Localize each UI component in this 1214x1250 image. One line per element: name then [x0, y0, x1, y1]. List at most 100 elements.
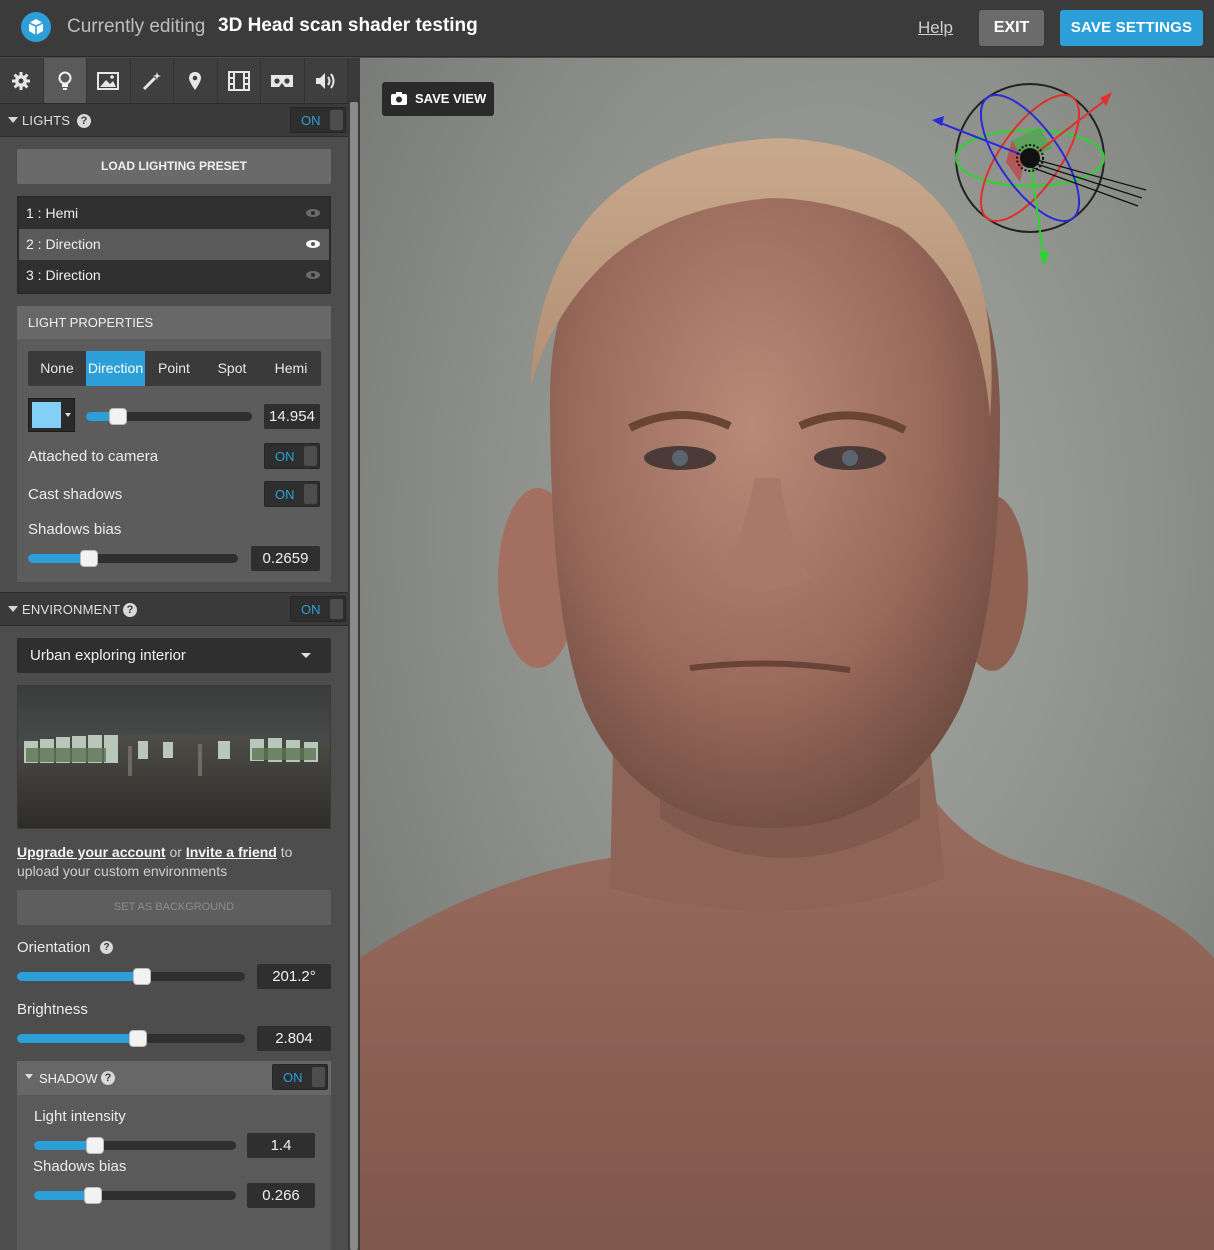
save-settings-button[interactable]: SAVE SETTINGS [1060, 10, 1203, 46]
invite-friend-link[interactable]: Invite a friend [186, 844, 277, 860]
light-shadows-bias-value[interactable]: 0.2659 [251, 546, 320, 571]
light-type-none[interactable]: None [28, 351, 86, 386]
slider-handle[interactable] [86, 1137, 104, 1154]
light-item-label: 1 : Hemi [26, 205, 79, 221]
light-item-label: 3 : Direction [26, 267, 101, 283]
environment-toggle[interactable]: ON [290, 596, 346, 622]
3d-viewport[interactable]: SAVE VIEW [360, 58, 1214, 1250]
collapse-caret-icon[interactable] [25, 1074, 33, 1079]
set-as-background-button[interactable]: SET AS BACKGROUND [17, 890, 331, 925]
environment-selected-value: Urban exploring interior [30, 647, 186, 664]
tab-vr[interactable] [261, 58, 305, 103]
attached-to-camera-toggle[interactable]: ON [264, 443, 320, 469]
tab-general[interactable] [0, 58, 44, 103]
light-type-hemi[interactable]: Hemi [261, 351, 321, 386]
save-view-button[interactable]: SAVE VIEW [382, 82, 494, 116]
settings-panel: LIGHTS ? ON LOAD LIGHTING PRESET 1 : Hem… [0, 58, 348, 1250]
lights-toggle-label: ON [301, 113, 321, 128]
light-item-2[interactable]: 2 : Direction [19, 229, 329, 260]
cast-shadows-toggle[interactable]: ON [264, 481, 320, 507]
help-link[interactable]: Help [918, 18, 953, 38]
speaker-icon [315, 72, 335, 89]
shadow-toggle[interactable]: ON [272, 1064, 328, 1090]
light-direction-gizmo[interactable] [920, 70, 1150, 270]
editing-prefix: Currently editing [67, 16, 206, 37]
eye-icon[interactable] [305, 208, 321, 218]
slider-handle[interactable] [84, 1187, 102, 1204]
slider-fill [17, 972, 142, 981]
shadow-bias-slider[interactable] [34, 1187, 236, 1204]
panel-scrollbar-thumb[interactable] [350, 102, 358, 1250]
map-pin-icon [189, 71, 202, 90]
slider-handle[interactable] [80, 550, 98, 567]
shadow-help-icon[interactable]: ? [101, 1071, 115, 1085]
brightness-value[interactable]: 2.804 [257, 1026, 331, 1051]
orientation-slider[interactable] [17, 968, 245, 985]
model-title: 3D Head scan shader testing [218, 15, 478, 36]
environment-select[interactable]: Urban exploring interior [17, 638, 331, 673]
light-type-point[interactable]: Point [145, 351, 203, 386]
collapse-caret-icon[interactable] [8, 606, 18, 612]
light-properties-title: LIGHT PROPERTIES [17, 306, 331, 339]
dropdown-arrow-icon [301, 653, 311, 658]
shadow-light-intensity-value[interactable]: 1.4 [247, 1133, 315, 1158]
collapse-caret-icon[interactable] [8, 117, 18, 123]
orientation-help-icon[interactable]: ? [100, 941, 113, 954]
shadow-light-intensity-slider[interactable] [34, 1137, 236, 1154]
upgrade-account-link[interactable]: Upgrade your account [17, 844, 166, 860]
upload-custom-env-text: upload your custom environments [17, 863, 228, 879]
brightness-slider[interactable] [17, 1030, 245, 1047]
shadow-label: SHADOW [39, 1071, 98, 1086]
lights-section-header[interactable]: LIGHTS ? ON [0, 103, 348, 137]
eye-icon[interactable] [305, 239, 321, 249]
lightbulb-icon [58, 71, 72, 90]
light-item-3[interactable]: 3 : Direction [19, 260, 329, 291]
tab-animation[interactable] [218, 58, 261, 103]
or-text: or [169, 844, 182, 860]
slider-handle[interactable] [129, 1030, 147, 1047]
shadow-section-header[interactable]: SHADOW ? ON [17, 1061, 331, 1095]
eye-icon[interactable] [305, 270, 321, 280]
lights-toggle[interactable]: ON [290, 107, 346, 133]
sketchfab-logo-icon[interactable] [21, 12, 51, 42]
slider-fill [17, 1034, 138, 1043]
slider-handle[interactable] [109, 408, 127, 425]
load-lighting-preset-button[interactable]: LOAD LIGHTING PRESET [17, 149, 331, 184]
shadow-light-intensity-label: Light intensity [34, 1108, 126, 1125]
orientation-label: Orientation [17, 939, 91, 956]
tab-lighting[interactable] [43, 58, 87, 103]
slider-handle[interactable] [133, 968, 151, 985]
light-type-direction[interactable]: Direction [86, 351, 145, 386]
exit-button[interactable]: EXIT [979, 10, 1044, 46]
film-icon [227, 70, 250, 91]
light-item-1[interactable]: 1 : Hemi [19, 198, 329, 229]
light-shadows-bias-label: Shadows bias [28, 521, 122, 538]
light-item-label: 2 : Direction [26, 236, 101, 252]
light-color-picker[interactable] [28, 398, 75, 432]
tab-annotations[interactable] [174, 58, 218, 103]
vr-headset-icon [271, 74, 294, 87]
image-icon [97, 71, 120, 90]
tab-sound[interactable] [305, 58, 348, 103]
tab-background[interactable] [87, 58, 131, 103]
toggle-label: ON [275, 449, 295, 464]
shadow-toggle-label: ON [283, 1070, 303, 1085]
environment-section-header[interactable]: ENVIRONMENT ? ON [0, 592, 348, 626]
attached-to-camera-label: Attached to camera [28, 448, 159, 465]
light-type-spot[interactable]: Spot [203, 351, 261, 386]
brightness-label: Brightness [17, 1001, 88, 1018]
light-intensity-slider[interactable] [86, 408, 252, 425]
shadow-bias-value[interactable]: 0.266 [247, 1183, 315, 1208]
lights-label: LIGHTS [22, 113, 71, 128]
lights-help-icon[interactable]: ? [77, 114, 91, 128]
save-view-label: SAVE VIEW [415, 91, 487, 106]
tab-postprocess[interactable] [131, 58, 174, 103]
light-list: 1 : Hemi 2 : Direction 3 : Direction [17, 196, 331, 294]
environment-help-icon[interactable]: ? [123, 603, 137, 617]
gear-icon [12, 71, 31, 90]
orientation-value[interactable]: 201.2° [257, 964, 331, 989]
light-intensity-value[interactable]: 14.954 [264, 404, 320, 429]
light-shadows-bias-slider[interactable] [28, 550, 238, 567]
camera-icon [391, 92, 407, 105]
settings-tab-bar [0, 58, 348, 103]
